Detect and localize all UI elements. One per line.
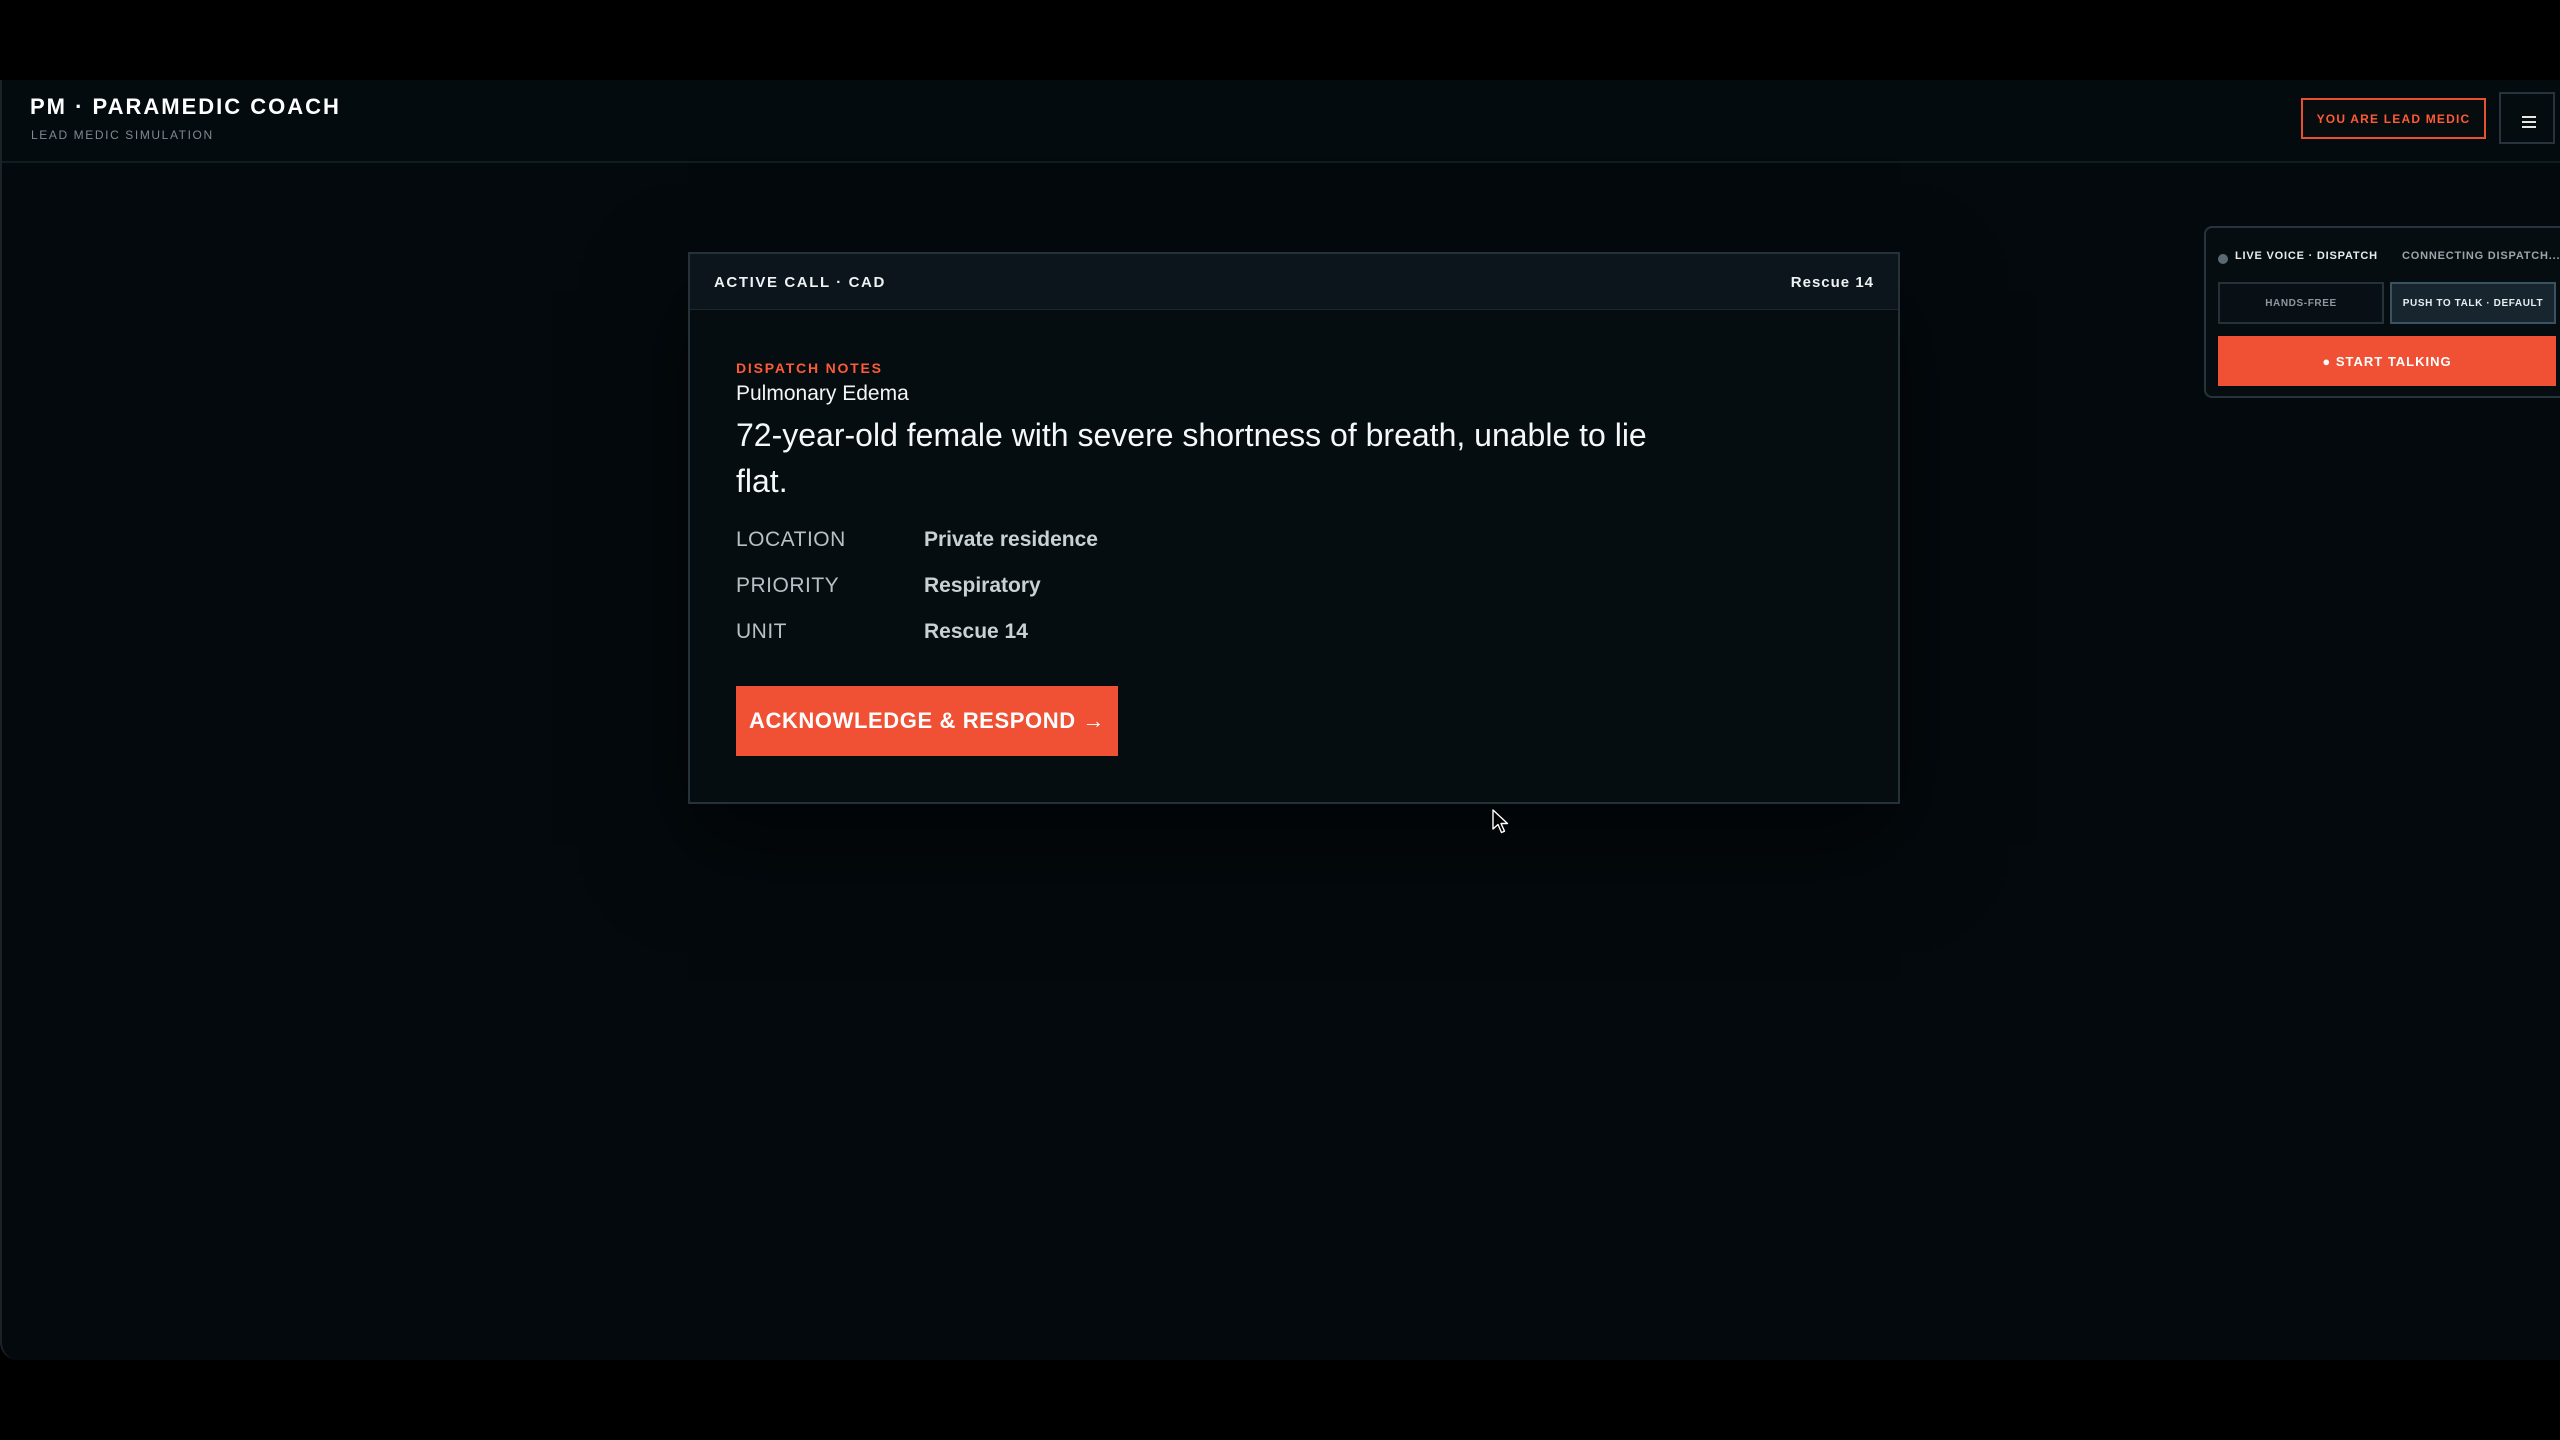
detail-row-unit: UNIT Rescue 14	[736, 620, 1336, 650]
card-header-unit: Rescue 14	[1790, 274, 1874, 291]
push-to-talk-button[interactable]: PUSH TO TALK · DEFAULT	[2390, 282, 2556, 324]
detail-row-priority: PRIORITY Respiratory	[736, 574, 1336, 604]
call-description: 72-year-old female with severe shortness…	[736, 417, 1647, 499]
voice-connection-status: CONNECTING DISPATCH...	[2402, 250, 2560, 262]
call-type: Pulmonary Edema	[736, 382, 909, 405]
connection-status-icon	[2218, 254, 2228, 264]
active-call-card: ACTIVE CALL · CAD Rescue 14 DISPATCH NOT…	[688, 252, 1900, 804]
menu-button[interactable]	[2499, 92, 2555, 144]
app-subtitle: LEAD MEDIC SIMULATION	[31, 128, 214, 142]
card-header: ACTIVE CALL · CAD Rescue 14	[690, 254, 1898, 310]
app-window: PM · PARAMEDIC COACH LEAD MEDIC SIMULATI…	[0, 80, 2560, 1360]
card-header-title: ACTIVE CALL · CAD	[714, 274, 886, 291]
mouse-cursor-icon	[1492, 809, 1509, 834]
detail-value: Respiratory	[924, 574, 1041, 597]
dispatch-notes-label: DISPATCH NOTES	[736, 360, 883, 376]
role-badge[interactable]: YOU ARE LEAD MEDIC	[2301, 98, 2486, 139]
hamburger-icon	[2501, 94, 2553, 142]
detail-value: Rescue 14	[924, 620, 1028, 643]
detail-value: Private residence	[924, 528, 1098, 551]
detail-label: UNIT	[736, 620, 787, 643]
top-bar: PM · PARAMEDIC COACH LEAD MEDIC SIMULATI…	[2, 80, 2560, 163]
hands-free-button[interactable]: HANDS-FREE	[2218, 282, 2384, 324]
live-voice-panel: LIVE VOICE · DISPATCH CONNECTING DISPATC…	[2204, 226, 2560, 398]
app-title: PM · PARAMEDIC COACH	[30, 94, 341, 119]
detail-label: LOCATION	[736, 528, 846, 551]
voice-panel-title: LIVE VOICE · DISPATCH	[2235, 250, 2378, 262]
detail-row-location: LOCATION Private residence	[736, 528, 1336, 558]
acknowledge-respond-button[interactable]: ACKNOWLEDGE & RESPOND →	[736, 686, 1118, 756]
detail-label: PRIORITY	[736, 574, 840, 597]
start-talking-button[interactable]: ● START TALKING	[2218, 336, 2556, 386]
